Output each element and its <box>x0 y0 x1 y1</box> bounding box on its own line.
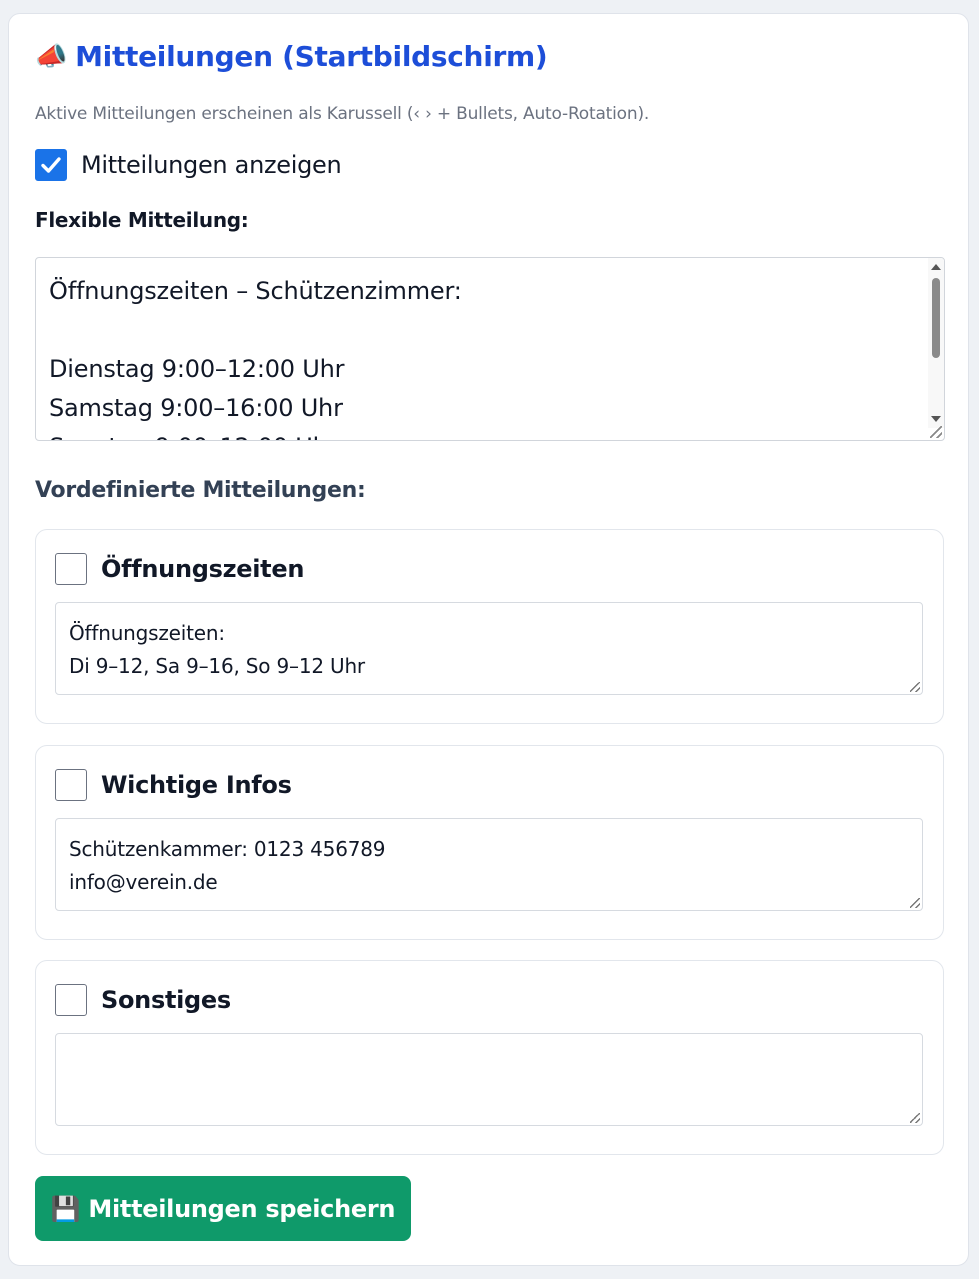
flexible-message-text[interactable]: Öffnungszeiten – Schützenzimmer: Diensta… <box>49 272 919 440</box>
scroll-up-arrow-icon[interactable] <box>931 264 941 270</box>
predefined-title: Öffnungszeiten <box>101 555 305 583</box>
page-subtitle: Aktive Mitteilungen erscheinen als Karus… <box>35 104 650 124</box>
floppy-disk-icon: 💾 <box>50 1194 81 1223</box>
resize-handle-icon[interactable] <box>930 426 942 438</box>
predefined-heading: Vordefinierte Mitteilungen: <box>35 478 366 503</box>
show-announcements-toggle[interactable]: Mitteilungen anzeigen <box>35 149 342 181</box>
predefined-card-oeffnungszeiten: Öffnungszeiten Öffnungszeiten: Di 9–12, … <box>35 529 944 724</box>
resize-handle-icon[interactable] <box>910 1113 920 1123</box>
predefined-textarea-oeffnungszeiten[interactable]: Öffnungszeiten: Di 9–12, Sa 9–16, So 9–1… <box>55 602 923 695</box>
announcements-card: 📣 Mitteilungen (Startbildschirm) Aktive … <box>8 13 969 1266</box>
flexible-message-textarea[interactable]: Öffnungszeiten – Schützenzimmer: Diensta… <box>35 257 945 441</box>
predefined-checkbox-oeffnungszeiten[interactable] <box>55 553 87 585</box>
scroll-down-arrow-icon[interactable] <box>931 416 941 422</box>
predefined-textarea-sonstiges[interactable] <box>55 1033 923 1126</box>
predefined-title: Wichtige Infos <box>101 771 292 799</box>
page-title-text: Mitteilungen (Startbildschirm) <box>75 40 548 73</box>
predefined-title: Sonstiges <box>101 986 231 1014</box>
predefined-textarea-wichtige-infos[interactable]: Schützenkammer: 0123 456789 info@verein.… <box>55 818 923 911</box>
predefined-card-sonstiges: Sonstiges <box>35 960 944 1155</box>
textarea-scrollbar[interactable] <box>928 258 944 428</box>
show-announcements-label: Mitteilungen anzeigen <box>81 151 342 179</box>
show-announcements-checkbox[interactable] <box>35 149 67 181</box>
predefined-text[interactable]: Öffnungszeiten: Di 9–12, Sa 9–16, So 9–1… <box>69 617 365 683</box>
predefined-text[interactable]: Schützenkammer: 0123 456789 info@verein.… <box>69 833 385 899</box>
resize-handle-icon[interactable] <box>910 898 920 908</box>
resize-handle-icon[interactable] <box>910 682 920 692</box>
checkmark-icon <box>41 157 61 173</box>
flexible-message-label: Flexible Mitteilung: <box>35 208 249 232</box>
predefined-checkbox-wichtige-infos[interactable] <box>55 769 87 801</box>
save-announcements-button[interactable]: 💾 Mitteilungen speichern <box>35 1176 411 1241</box>
megaphone-icon: 📣 <box>35 41 68 72</box>
scrollbar-thumb[interactable] <box>932 278 940 358</box>
page-title: 📣 Mitteilungen (Startbildschirm) <box>35 40 548 73</box>
predefined-card-wichtige-infos: Wichtige Infos Schützenkammer: 0123 4567… <box>35 745 944 940</box>
predefined-checkbox-sonstiges[interactable] <box>55 984 87 1016</box>
save-announcements-label: Mitteilungen speichern <box>88 1194 396 1223</box>
